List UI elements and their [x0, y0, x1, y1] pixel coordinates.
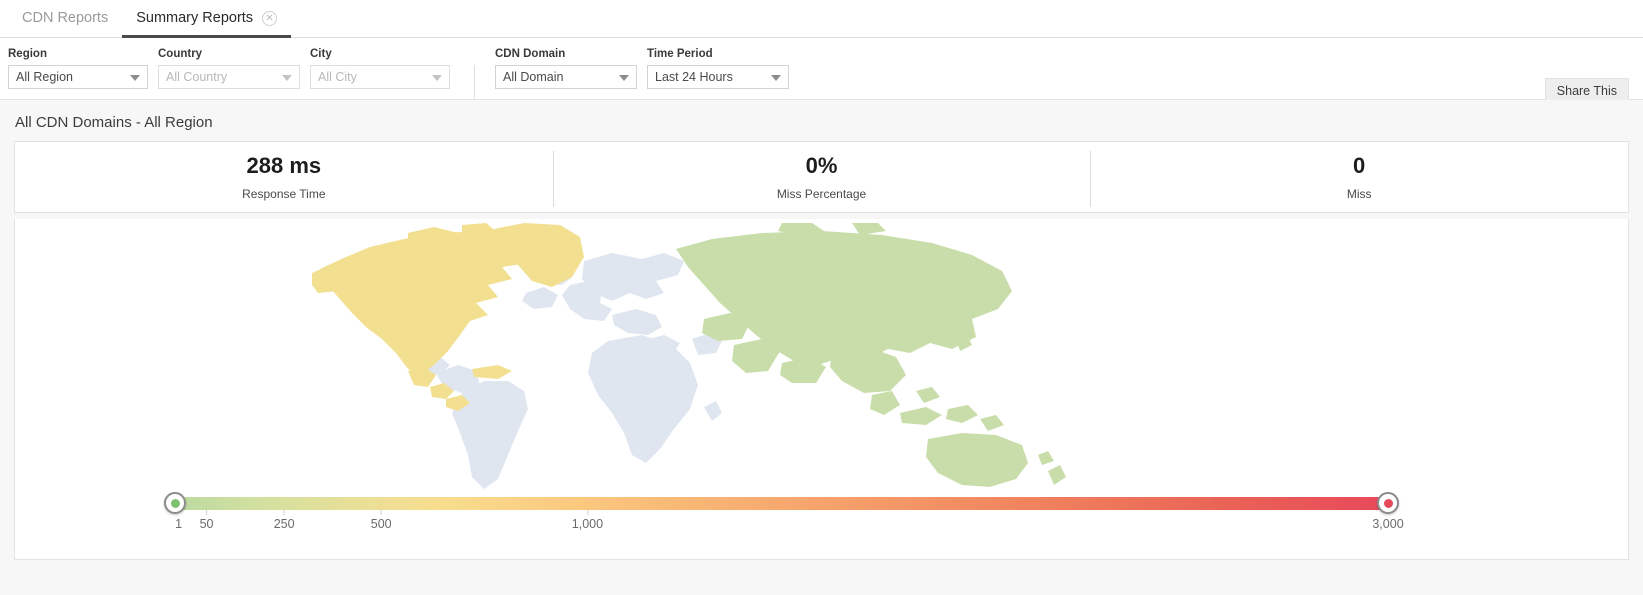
map-region-asia[interactable]: [676, 223, 1066, 487]
city-label: City: [310, 47, 450, 61]
time-period-select[interactable]: Last 24 Hours: [647, 65, 789, 89]
time-period-select-value: Last 24 Hours: [655, 70, 733, 84]
filter-country: Country All Country: [158, 47, 300, 89]
tab-cdn-reports[interactable]: CDN Reports: [8, 1, 122, 38]
filter-divider: [474, 65, 475, 103]
region-label: Region: [8, 47, 148, 61]
domain-filter-group: CDN Domain All Domain Time Period Last 2…: [495, 47, 799, 89]
cdn-domain-select-value: All Domain: [503, 70, 563, 84]
legend-tick: 3,000: [1372, 510, 1403, 532]
chevron-down-icon: [619, 75, 629, 81]
cdn-domain-select[interactable]: All Domain: [495, 65, 637, 89]
color-gradient-track[interactable]: [175, 497, 1388, 510]
country-select[interactable]: All Country: [158, 65, 300, 89]
legend-tick: 1: [175, 510, 182, 532]
legend-ticks: 1 50 250 500 1,000 3,000: [175, 510, 1388, 534]
tab-label: CDN Reports: [22, 10, 108, 26]
tab-summary-reports[interactable]: Summary Reports ✕: [122, 1, 291, 38]
kpi-label: Response Time: [15, 187, 553, 201]
chevron-down-icon: [130, 75, 140, 81]
city-select[interactable]: All City: [310, 65, 450, 89]
country-label: Country: [158, 47, 300, 61]
world-map[interactable]: [15, 223, 1628, 493]
color-scale-legend[interactable]: 1 50 250 500 1,000 3,000: [175, 497, 1388, 537]
report-content: All CDN Domains - All Region 288 ms Resp…: [0, 100, 1643, 595]
country-select-value: All Country: [166, 70, 227, 84]
cdn-domain-label: CDN Domain: [495, 47, 637, 61]
kpi-response-time: 288 ms Response Time: [15, 147, 553, 207]
kpi-label: Miss Percentage: [553, 187, 1091, 201]
kpi-miss: 0 Miss: [1090, 147, 1628, 207]
kpi-miss-percentage: 0% Miss Percentage: [553, 147, 1091, 207]
chevron-down-icon: [432, 75, 442, 81]
kpi-value: 0: [1090, 153, 1628, 179]
filter-city: City All City: [310, 47, 450, 89]
filter-time-period: Time Period Last 24 Hours: [647, 47, 789, 89]
legend-tick: 250: [274, 510, 295, 532]
kpi-value: 288 ms: [15, 153, 553, 179]
filter-bar: Region All Region Country All Country Ci…: [0, 38, 1643, 100]
legend-tick: 50: [200, 510, 214, 532]
kpi-label: Miss: [1090, 187, 1628, 201]
location-filter-group: Region All Region Country All Country Ci…: [8, 47, 460, 89]
time-period-label: Time Period: [647, 47, 789, 61]
legend-min-dot: [171, 499, 180, 508]
chevron-down-icon: [771, 75, 781, 81]
region-select[interactable]: All Region: [8, 65, 148, 89]
filter-cdn-domain: CDN Domain All Domain: [495, 47, 637, 89]
city-select-value: All City: [318, 70, 357, 84]
region-select-value: All Region: [16, 70, 73, 84]
close-circle-icon[interactable]: ✕: [262, 11, 277, 26]
tab-label: Summary Reports: [136, 10, 253, 26]
world-map-svg[interactable]: [312, 223, 1332, 491]
world-map-panel: 1 50 250 500 1,000 3,000: [14, 219, 1629, 560]
kpi-strip: 288 ms Response Time 0% Miss Percentage …: [14, 141, 1629, 213]
filter-region: Region All Region: [8, 47, 148, 89]
legend-tick: 1,000: [572, 510, 603, 532]
tab-bar: CDN Reports Summary Reports ✕: [0, 0, 1643, 38]
page-title: All CDN Domains - All Region: [14, 100, 1629, 141]
chevron-down-icon: [282, 75, 292, 81]
legend-tick: 500: [371, 510, 392, 532]
kpi-value: 0%: [553, 153, 1091, 179]
legend-max-dot: [1384, 499, 1393, 508]
